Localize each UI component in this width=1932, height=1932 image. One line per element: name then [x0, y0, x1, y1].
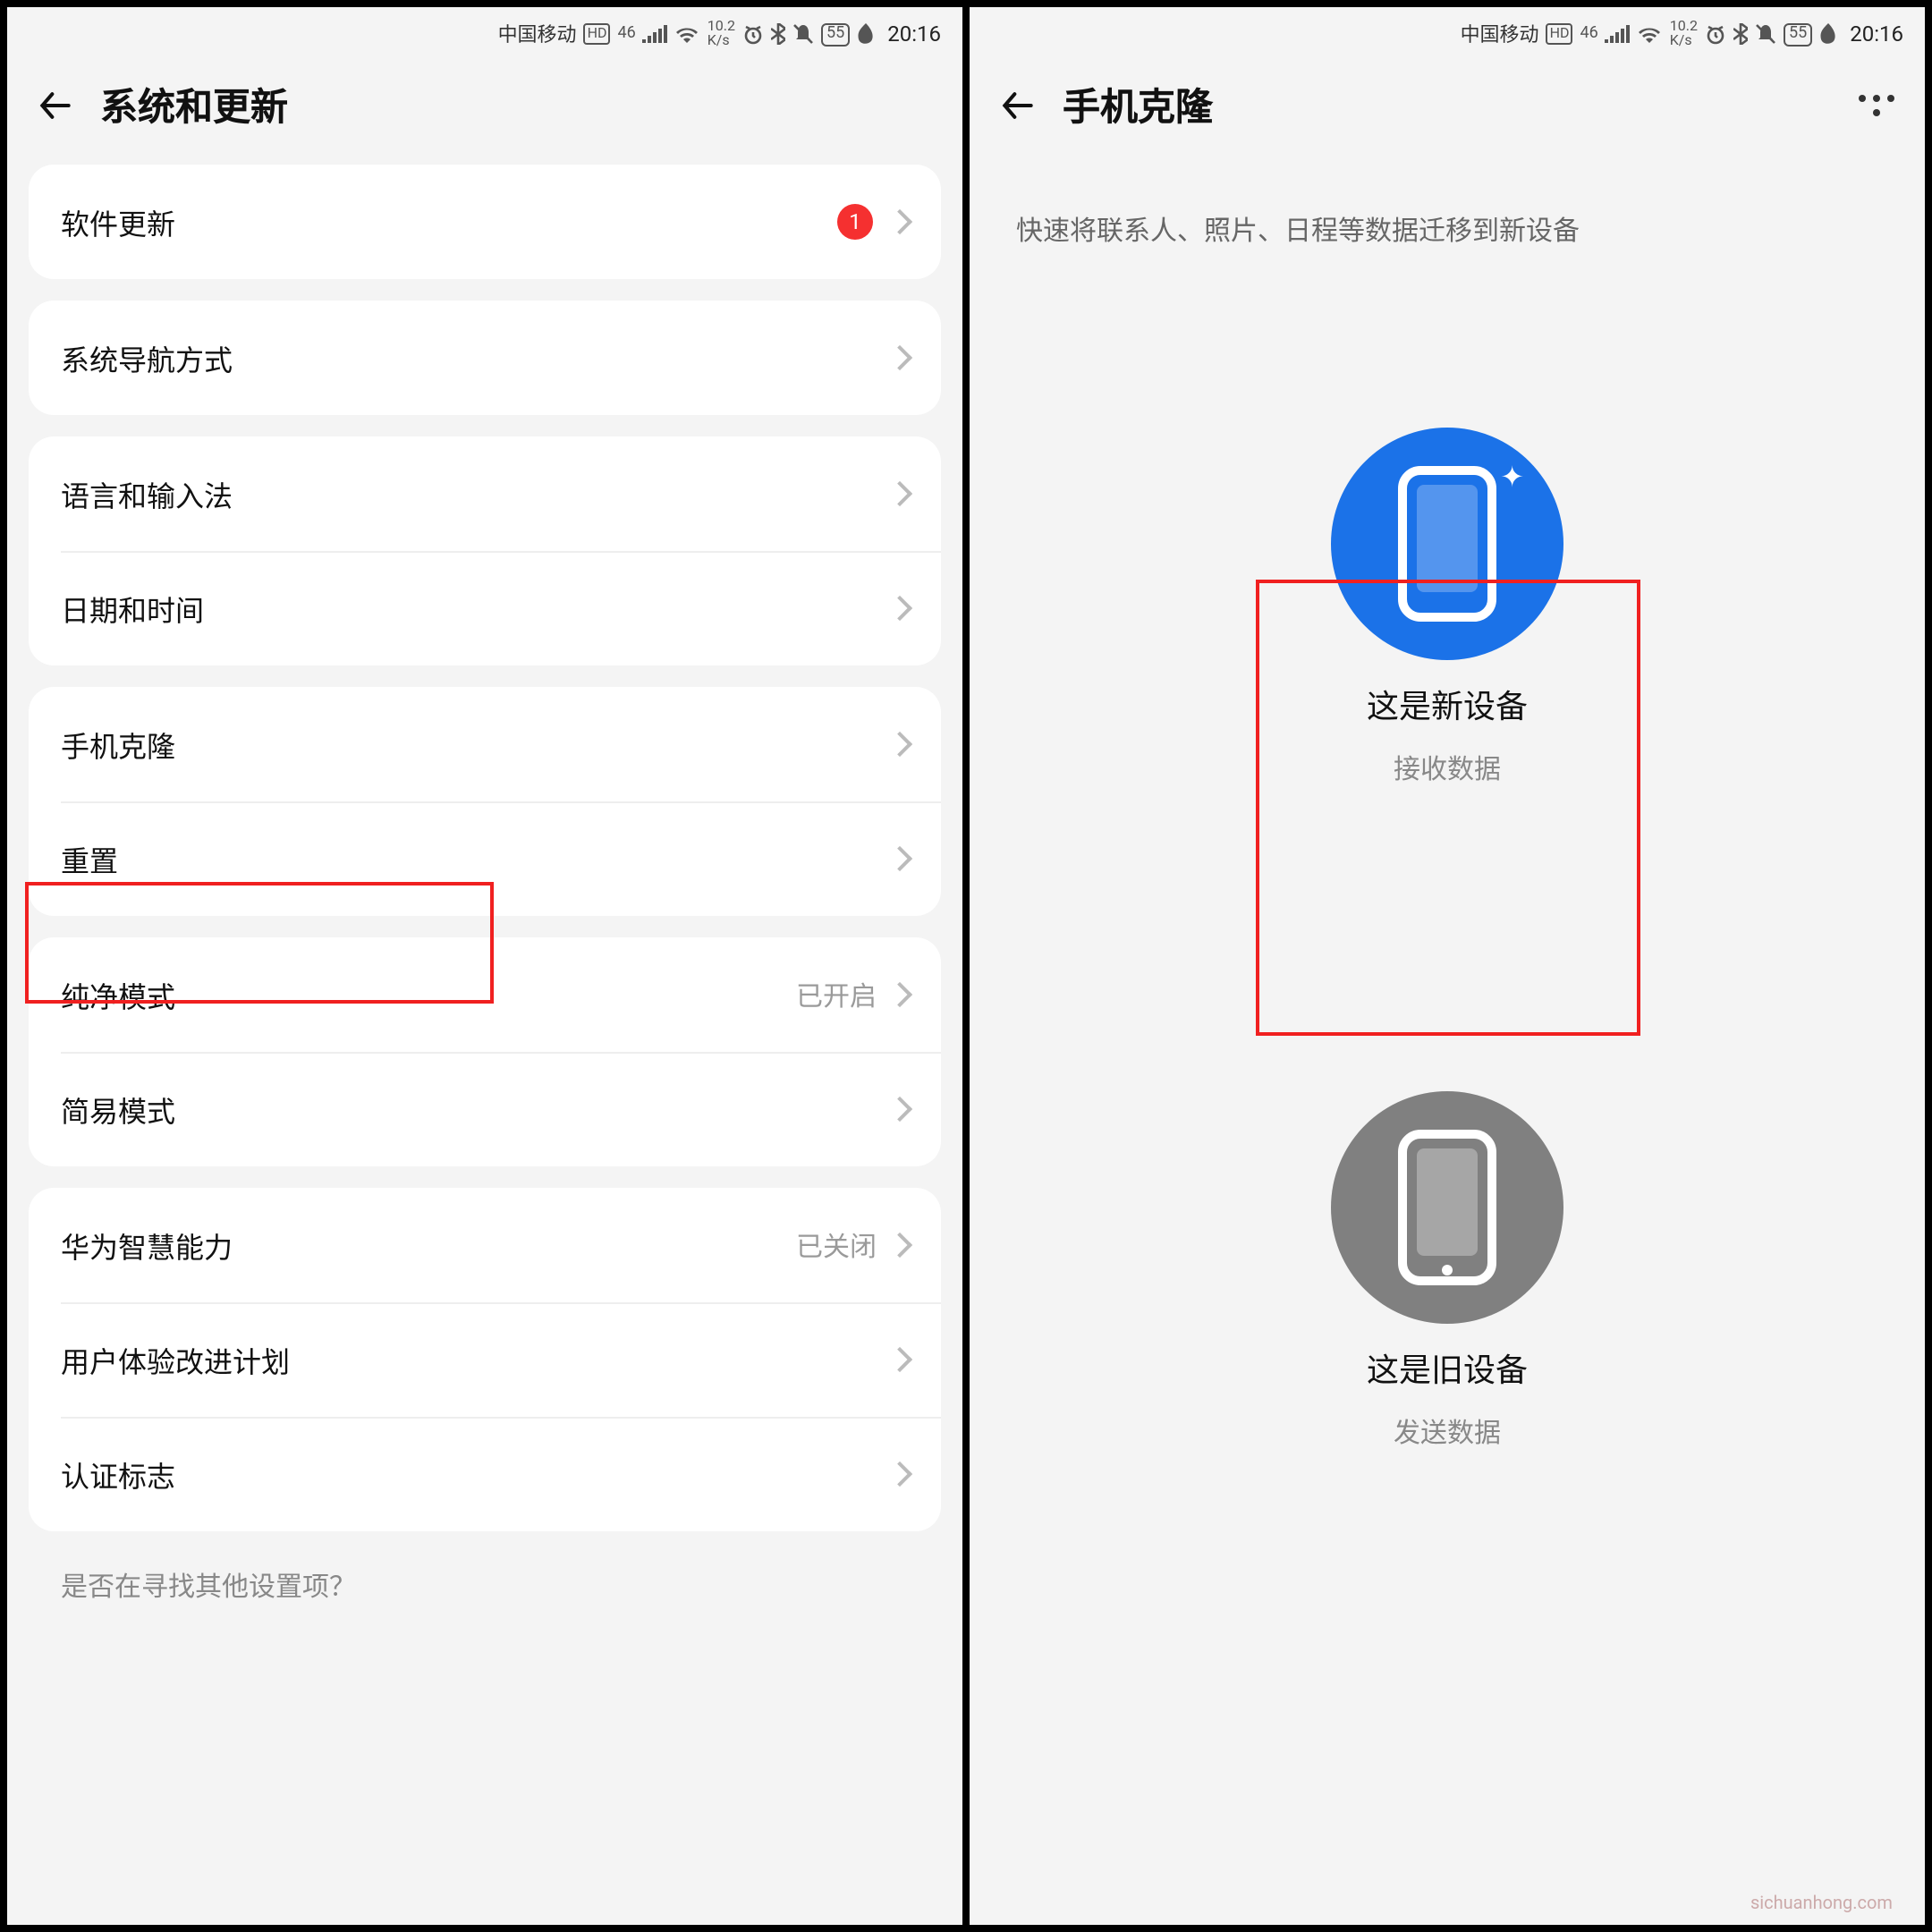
back-icon[interactable]: [36, 86, 75, 125]
row-title: 华为智慧能力: [61, 1224, 796, 1267]
wifi-icon: [1638, 25, 1663, 43]
row-title: 日期和时间: [61, 587, 891, 630]
bluetooth-icon: [1733, 23, 1748, 45]
row-title: 语言和输入法: [61, 472, 891, 515]
chevron-right-icon: [887, 1462, 912, 1487]
header: 手机克隆: [970, 61, 1925, 165]
battery-icon: 55: [1784, 22, 1812, 46]
net-speed: 10.2K/s: [1670, 20, 1698, 48]
bluetooth-icon: [771, 23, 785, 45]
settings-group: 纯净模式 已开启 简易模式: [29, 937, 941, 1166]
clock-label: 20:16: [1850, 21, 1903, 47]
device-choice-area: ✦ 这是新设备 接收数据 这是旧设备 发送数据: [970, 428, 1925, 1451]
signal-icon: [643, 25, 668, 43]
carrier-label: 中国移动: [498, 20, 577, 48]
page-subtitle: 快速将联系人、照片、日程等数据迁移到新设备: [970, 165, 1925, 249]
update-badge: 1: [837, 204, 873, 240]
row-user-experience[interactable]: 用户体验改进计划: [29, 1302, 941, 1417]
settings-group: 软件更新 1: [29, 165, 941, 279]
settings-group: 华为智慧能力 已关闭 用户体验改进计划 认证标志: [29, 1188, 941, 1531]
carrier-label: 中国移动: [1461, 20, 1539, 48]
row-title: 手机克隆: [61, 723, 891, 766]
net-speed: 10.2K/s: [708, 20, 735, 48]
settings-group: 系统导航方式: [29, 301, 941, 415]
new-device-subtitle: 接收数据: [1394, 750, 1501, 787]
chevron-right-icon: [887, 982, 912, 1007]
watermark: sichuanhong.com: [1750, 1894, 1893, 1914]
back-icon[interactable]: [998, 86, 1038, 125]
wifi-icon: [675, 25, 700, 43]
row-title: 重置: [61, 837, 891, 880]
row-title: 用户体验改进计划: [61, 1338, 891, 1381]
row-pure-mode[interactable]: 纯净模式 已开启: [29, 937, 941, 1052]
row-software-update[interactable]: 软件更新 1: [29, 165, 941, 279]
row-huawei-ai[interactable]: 华为智慧能力 已关闭: [29, 1188, 941, 1302]
network-label: 46: [618, 25, 636, 43]
leaf-icon: [1819, 23, 1837, 45]
leaf-icon: [857, 23, 875, 45]
row-reset[interactable]: 重置: [29, 801, 941, 916]
phone-left: 中国移动 HD 46 10.2K/s 55 20:16 系统和更新 软件更新 1…: [0, 0, 966, 1932]
row-phone-clone[interactable]: 手机克隆: [29, 687, 941, 801]
chevron-right-icon: [887, 345, 912, 370]
row-title: 纯净模式: [61, 973, 796, 1016]
status-bar: 中国移动 HD 46 10.2K/s 55 20:16: [970, 7, 1925, 61]
row-simple-mode[interactable]: 简易模式: [29, 1052, 941, 1166]
row-value: 已开启: [796, 976, 877, 1013]
page-title: 系统和更新: [100, 79, 288, 132]
new-device-button[interactable]: ✦ 这是新设备 接收数据: [1331, 428, 1563, 787]
chevron-right-icon: [887, 1097, 912, 1122]
alarm-icon: [742, 23, 764, 45]
sparkle-icon: ✦: [1500, 460, 1524, 494]
alarm-icon: [1705, 23, 1726, 45]
row-title: 认证标志: [61, 1453, 891, 1496]
row-date-time[interactable]: 日期和时间: [29, 551, 941, 665]
settings-group: 手机克隆 重置: [29, 687, 941, 916]
hd-icon: HD: [584, 23, 611, 45]
chevron-right-icon: [887, 209, 912, 234]
mute-icon: [792, 23, 814, 45]
old-device-title: 这是旧设备: [1367, 1345, 1528, 1392]
row-certification[interactable]: 认证标志: [29, 1417, 941, 1531]
settings-group: 语言和输入法 日期和时间: [29, 436, 941, 665]
chevron-right-icon: [887, 481, 912, 506]
old-device-button[interactable]: 这是旧设备 发送数据: [1331, 1091, 1563, 1451]
row-title: 软件更新: [61, 200, 837, 243]
signal-icon: [1606, 25, 1631, 43]
new-device-icon: ✦: [1331, 428, 1563, 660]
header: 系统和更新: [7, 61, 962, 165]
page-title: 手机克隆: [1063, 79, 1213, 132]
row-value: 已关闭: [796, 1226, 877, 1264]
network-label: 46: [1580, 25, 1598, 43]
phone-right: 中国移动 HD 46 10.2K/s 55 20:16 手机克隆 快速将联系人、…: [966, 0, 1932, 1932]
mute-icon: [1755, 23, 1776, 45]
footer-hint: 是否在寻找其他设置项？: [61, 1567, 909, 1605]
row-language-input[interactable]: 语言和输入法: [29, 436, 941, 551]
new-device-title: 这是新设备: [1367, 682, 1528, 728]
old-device-subtitle: 发送数据: [1394, 1413, 1501, 1451]
row-title: 系统导航方式: [61, 336, 891, 379]
row-system-navigation[interactable]: 系统导航方式: [29, 301, 941, 415]
chevron-right-icon: [887, 732, 912, 757]
chevron-right-icon: [887, 596, 912, 621]
chevron-right-icon: [887, 1347, 912, 1372]
status-bar: 中国移动 HD 46 10.2K/s 55 20:16: [7, 7, 962, 61]
clock-label: 20:16: [887, 21, 941, 47]
battery-icon: 55: [821, 22, 850, 46]
row-title: 简易模式: [61, 1088, 891, 1131]
more-icon[interactable]: [1857, 86, 1896, 125]
old-device-icon: [1331, 1091, 1563, 1324]
hd-icon: HD: [1546, 23, 1573, 45]
chevron-right-icon: [887, 1233, 912, 1258]
chevron-right-icon: [887, 846, 912, 871]
